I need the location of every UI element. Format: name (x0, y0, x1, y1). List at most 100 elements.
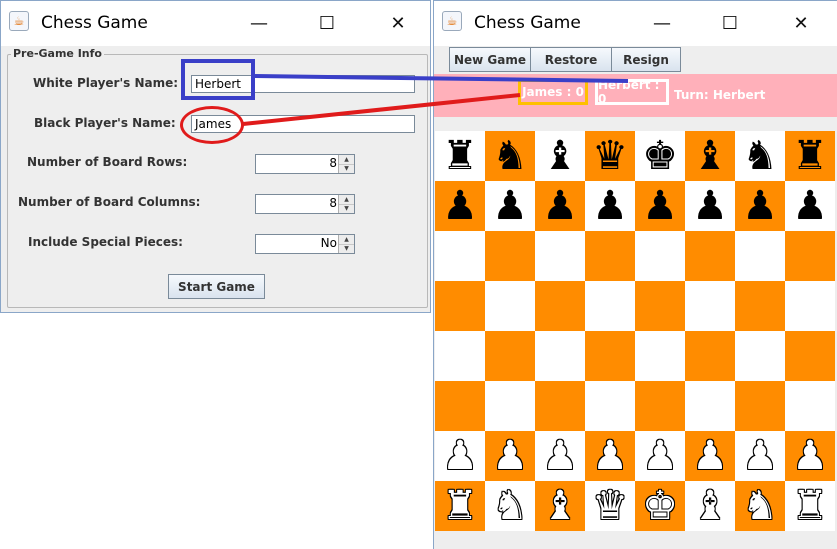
spinner-down-icon[interactable]: ▼ (339, 244, 354, 253)
board-square[interactable]: ♟ (535, 431, 585, 481)
close-button[interactable]: ✕ (386, 11, 410, 35)
white-knight-icon[interactable]: ♞ (742, 486, 778, 526)
board-square[interactable]: ♟ (735, 431, 785, 481)
board-square[interactable]: ♟ (635, 431, 685, 481)
white-pawn-icon[interactable]: ♟ (492, 436, 528, 476)
white-knight-icon[interactable]: ♞ (492, 486, 528, 526)
board-square[interactable] (585, 381, 635, 431)
white-pawn-icon[interactable]: ♟ (792, 436, 828, 476)
board-square[interactable] (785, 331, 835, 381)
board-square[interactable] (485, 381, 535, 431)
board-square[interactable]: ♟ (635, 181, 685, 231)
board-square[interactable]: ♟ (535, 181, 585, 231)
black-pawn-icon[interactable]: ♟ (742, 186, 778, 226)
spinner-down-icon[interactable]: ▼ (339, 164, 354, 173)
black-bishop-icon[interactable]: ♝ (692, 136, 728, 176)
white-pawn-icon[interactable]: ♟ (692, 436, 728, 476)
black-knight-icon[interactable]: ♞ (742, 136, 778, 176)
white-pawn-icon[interactable]: ♟ (542, 436, 578, 476)
board-square[interactable]: ♟ (585, 431, 635, 481)
board-square[interactable] (635, 231, 685, 281)
board-square[interactable]: ♜ (435, 481, 485, 531)
maximize-button[interactable]: ☐ (718, 11, 742, 35)
black-knight-icon[interactable]: ♞ (492, 136, 528, 176)
board-square[interactable] (785, 281, 835, 331)
board-square[interactable] (785, 231, 835, 281)
board-square[interactable] (535, 331, 585, 381)
board-square[interactable] (735, 331, 785, 381)
board-square[interactable] (435, 381, 485, 431)
black-pawn-icon[interactable]: ♟ (542, 186, 578, 226)
board-square[interactable]: ♟ (585, 181, 635, 231)
pregame-titlebar[interactable]: ☕ Chess Game — ☐ ✕ (1, 1, 430, 46)
board-square[interactable] (535, 381, 585, 431)
black-bishop-icon[interactable]: ♝ (542, 136, 578, 176)
board-square[interactable] (635, 381, 685, 431)
black-rook-icon[interactable]: ♜ (792, 136, 828, 176)
board-square[interactable]: ♟ (785, 181, 835, 231)
board-square[interactable]: ♛ (585, 481, 635, 531)
board-square[interactable] (535, 231, 585, 281)
board-square[interactable]: ♞ (735, 481, 785, 531)
board-square[interactable] (735, 381, 785, 431)
board-square[interactable] (735, 281, 785, 331)
white-queen-icon[interactable]: ♛ (592, 486, 628, 526)
special-pieces-spinner[interactable]: No ▲ ▼ (255, 234, 355, 254)
board-square[interactable]: ♟ (685, 431, 735, 481)
board-square[interactable] (585, 331, 635, 381)
minimize-button[interactable]: — (650, 11, 674, 35)
board-square[interactable]: ♝ (685, 131, 735, 181)
board-square[interactable] (685, 281, 735, 331)
board-square[interactable]: ♟ (435, 181, 485, 231)
board-square[interactable] (535, 281, 585, 331)
board-square[interactable]: ♞ (485, 131, 535, 181)
black-rook-icon[interactable]: ♜ (442, 136, 478, 176)
black-pawn-icon[interactable]: ♟ (592, 186, 628, 226)
white-pawn-icon[interactable]: ♟ (442, 436, 478, 476)
board-square[interactable] (485, 231, 535, 281)
board-square[interactable] (485, 331, 535, 381)
black-king-icon[interactable]: ♚ (642, 136, 678, 176)
board-columns-spinner[interactable]: 8 ▲ ▼ (255, 194, 355, 214)
board-square[interactable] (685, 331, 735, 381)
board-square[interactable] (435, 231, 485, 281)
board-square[interactable] (585, 231, 635, 281)
spinner-down-icon[interactable]: ▼ (339, 204, 354, 213)
board-rows-spinner[interactable]: 8 ▲ ▼ (255, 154, 355, 174)
board-square[interactable]: ♜ (435, 131, 485, 181)
board-square[interactable] (685, 381, 735, 431)
board-square[interactable]: ♛ (585, 131, 635, 181)
board-square[interactable]: ♟ (485, 181, 535, 231)
board-square[interactable]: ♜ (785, 481, 835, 531)
start-game-button[interactable]: Start Game (168, 274, 265, 299)
black-pawn-icon[interactable]: ♟ (692, 186, 728, 226)
black-pawn-icon[interactable]: ♟ (642, 186, 678, 226)
white-pawn-icon[interactable]: ♟ (642, 436, 678, 476)
resign-button[interactable]: Resign (611, 47, 681, 72)
close-button[interactable]: ✕ (789, 11, 813, 35)
minimize-button[interactable]: — (247, 11, 271, 35)
white-rook-icon[interactable]: ♜ (442, 486, 478, 526)
board-square[interactable] (435, 331, 485, 381)
white-pawn-icon[interactable]: ♟ (742, 436, 778, 476)
game-titlebar[interactable]: ☕ Chess Game — ☐ ✕ (434, 1, 837, 46)
board-square[interactable]: ♚ (635, 481, 685, 531)
board-square[interactable]: ♚ (635, 131, 685, 181)
board-square[interactable]: ♜ (785, 131, 835, 181)
board-square[interactable]: ♟ (735, 181, 785, 231)
new-game-button[interactable]: New Game (449, 47, 531, 72)
board-square[interactable]: ♞ (735, 131, 785, 181)
restore-button[interactable]: Restore (530, 47, 612, 72)
board-square[interactable] (435, 281, 485, 331)
white-bishop-icon[interactable]: ♝ (542, 486, 578, 526)
board-square[interactable] (785, 381, 835, 431)
board-square[interactable] (735, 231, 785, 281)
white-rook-icon[interactable]: ♜ (792, 486, 828, 526)
board-square[interactable]: ♟ (485, 431, 535, 481)
black-pawn-icon[interactable]: ♟ (792, 186, 828, 226)
white-pawn-icon[interactable]: ♟ (592, 436, 628, 476)
board-square[interactable]: ♞ (485, 481, 535, 531)
board-square[interactable]: ♝ (535, 481, 585, 531)
board-square[interactable]: ♟ (785, 431, 835, 481)
black-queen-icon[interactable]: ♛ (592, 136, 628, 176)
